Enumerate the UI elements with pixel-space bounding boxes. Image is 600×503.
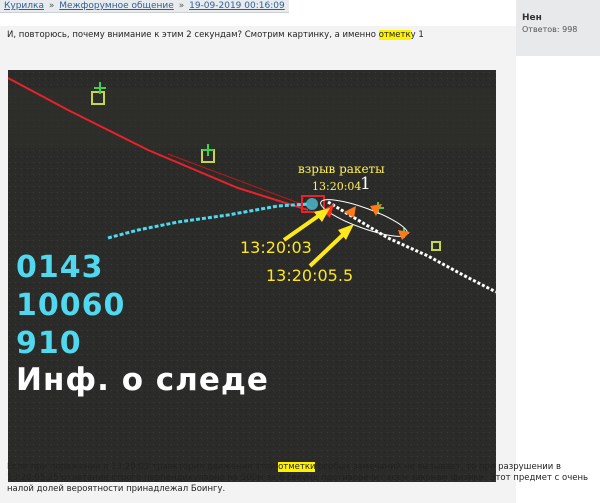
- breadcrumb-separator: »: [178, 1, 185, 11]
- post-intro-before: И, повторюсь, почему внимание к этим 2 с…: [7, 30, 379, 40]
- annotation-time-t055: 13:20:05.5: [266, 266, 354, 285]
- radar-readout-altitude: 10060: [16, 288, 126, 323]
- search-highlight: отметк: [378, 30, 411, 40]
- post-timestamp-link[interactable]: 19-09-2019 00:16:09: [189, 1, 285, 11]
- author-post-count: Ответов: 998: [522, 25, 578, 34]
- annotation-mark-one: 1: [360, 174, 371, 194]
- author-panel: Нен Ответов: 998: [516, 0, 600, 56]
- radar-readout-code: 0143: [16, 250, 104, 285]
- annotation-time-t03: 13:20:03: [240, 238, 312, 257]
- post-intro-text: И, повторюсь, почему внимание к этим 2 с…: [7, 30, 424, 40]
- radar-readout-speed: 910: [16, 326, 82, 361]
- search-highlight: отметки: [278, 462, 316, 472]
- post-footer-text: Если при поражении в 13:20:03 траектория…: [7, 462, 597, 495]
- radar-readout-trace-info: Инф. о следе: [16, 362, 269, 398]
- breadcrumb-link-interforum[interactable]: Межфорумное общение: [59, 1, 174, 11]
- breadcrumb: Курилка » Межфорумное общение » 19-09-20…: [0, 0, 289, 13]
- post-body: И, повторюсь, почему внимание к этим 2 с…: [0, 26, 588, 503]
- post-footer-before: Если при поражении в 13:20:03 траектория…: [7, 462, 279, 472]
- annotation-time-t04: 13:20:04: [312, 180, 362, 193]
- author-name[interactable]: Нен: [522, 13, 542, 23]
- radar-screenshot-image: 0143 10060 910 Инф. о следе взрыв ракеты…: [8, 70, 496, 482]
- cyan-target-dot: [306, 198, 318, 210]
- breadcrumb-separator: »: [48, 1, 55, 11]
- breadcrumb-link-kurilka[interactable]: Курилка: [4, 1, 44, 11]
- annotation-missile-explosion: взрыв ракеты: [298, 162, 385, 176]
- breadcrumb-bar: Курилка » Межфорумное общение » 19-09-20…: [0, 0, 600, 14]
- radar-band: [8, 88, 496, 148]
- post-intro-after: у 1: [410, 30, 424, 40]
